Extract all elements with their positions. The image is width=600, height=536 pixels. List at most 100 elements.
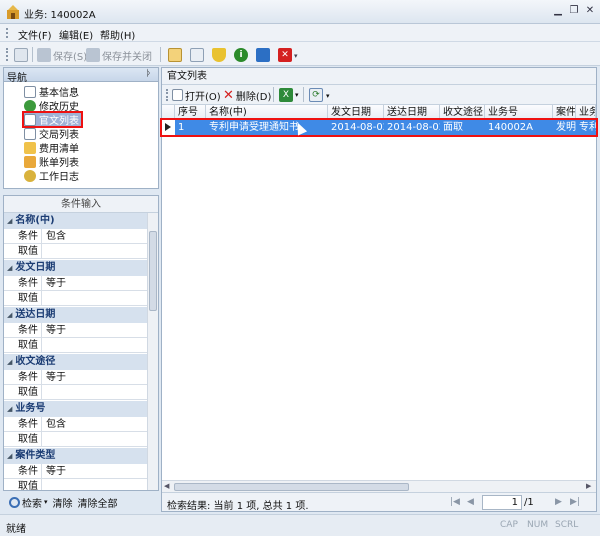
row-header-corner [162,105,175,120]
search-button[interactable]: 检索 ▾ [9,495,48,510]
clear-button[interactable]: 清除 [53,495,73,510]
cond-value: 包含 [46,419,66,430]
search-label: 检索 [22,498,42,510]
value-row[interactable]: 取值 [4,432,147,447]
col-header-deliver-date[interactable]: 送达日期 [384,105,440,120]
col-header-seq[interactable]: 序号 [175,105,206,120]
value-label: 取值 [18,338,42,353]
nav-item-worklog[interactable]: 工作日志 [24,169,79,183]
menu-help[interactable]: 帮助(H) [100,27,135,42]
value-row[interactable]: 取值 [4,291,147,306]
cond-row[interactable]: 条件 等于 [4,323,147,338]
attach-button[interactable] [168,47,182,63]
pin-icon[interactable]: ᚦ [146,69,151,79]
collapse-icon: ◢ [7,452,13,460]
scrl-indicator: SCRL [555,520,579,530]
info-button[interactable]: i [234,47,248,63]
nav-item-basic-info[interactable]: 基本信息 [24,85,79,99]
nav-item-submissions[interactable]: 交局列表 [24,127,79,141]
value-label: 取值 [18,291,42,306]
clear-all-button[interactable]: 清除全部 [78,495,118,510]
first-page-icon[interactable]: |◀ [450,497,460,507]
menubar: 文件(F) 编辑(E) 帮助(H) [0,24,600,42]
cond-group-name[interactable]: ◢ 名称(中) [4,213,147,229]
col-header-business-no[interactable]: 业务号 [485,105,553,120]
cond-row[interactable]: 条件 包含 [4,229,147,244]
nav-panel: 导航 ᚦ 基本信息 修改历史 官文列表 交局列表 费用清单 账单列表 工作日志 [3,67,159,189]
nav-title: 导航 [7,73,27,84]
num-indicator: NUM [527,520,549,530]
book-button[interactable] [256,47,270,63]
cond-group-receive-method[interactable]: ◢ 收文途径 [4,354,147,370]
toolbar-overflow-icon[interactable]: ▾ [294,52,298,60]
col-header-case[interactable]: 案件 [553,105,576,120]
menu-file[interactable]: 文件(F) [18,27,52,42]
minimize-icon[interactable]: ▁ [551,5,565,17]
book-icon [256,48,270,62]
col-header-send-date[interactable]: 发文日期 [328,105,384,120]
col-header-name[interactable]: 名称(中) [206,105,328,120]
dropdown-icon[interactable]: ▾ [295,91,299,99]
cond-value: 包含 [46,231,66,242]
scroll-thumb[interactable] [149,231,157,311]
cell-send-date: 2014-08-02 [331,122,384,133]
cond-label: 条件 [18,276,42,291]
table-row[interactable]: 1 专利申请受理通知书 2014-08-02 2014-08-02 面取 140… [160,118,598,137]
open-button[interactable]: 打开(O) [172,88,221,103]
dropdown-icon[interactable]: ▾ [44,498,48,506]
cell-case: 发明 [556,122,576,133]
page-input[interactable]: 1 [482,495,522,510]
nav-item-bills[interactable]: 账单列表 [24,155,79,169]
nav-item-official-docs[interactable]: 官文列表 [22,111,83,128]
cond-row[interactable]: 条件 包含 [4,417,147,432]
scroll-thumb[interactable] [174,483,409,491]
cond-row[interactable]: 条件 等于 [4,464,147,479]
nav-item-fees[interactable]: 费用清单 [24,141,79,155]
cell-receive-method: 面取 [443,122,463,133]
prev-page-icon[interactable]: ◀ [467,497,474,507]
cond-label: 条件 [18,229,42,244]
nav-item-label: 交局列表 [39,130,79,141]
cell-name: 专利申请受理通知书 [209,122,299,133]
cond-group-send-date[interactable]: ◢ 发文日期 [4,260,147,276]
nav-item-label: 基本信息 [39,88,79,99]
cond-row[interactable]: 条件 等于 [4,370,147,385]
shield-button[interactable] [212,47,226,63]
delete-button[interactable]: ✕ 删除(D) [223,87,271,103]
scroll-left-icon[interactable]: ◀ [164,482,169,490]
cond-group-case-type[interactable]: ◢ 案件类型 [4,448,147,464]
save-close-button[interactable]: 保存并关闭 [86,47,152,63]
save-button[interactable]: 保存(S) [37,47,87,63]
new-button[interactable] [14,47,28,63]
toolbar-overflow-icon[interactable]: ▾ [326,92,330,100]
next-page-icon[interactable]: ▶ [555,497,562,507]
delete-icon: ✕ [223,87,234,103]
restore-icon[interactable]: ❐ [567,5,581,17]
nav-item-history[interactable]: 修改历史 [24,99,79,113]
cond-group-business-no[interactable]: ◢ 业务号 [4,401,147,417]
condition-scrollbar[interactable] [147,213,158,490]
refresh-button[interactable]: ⟳ [309,88,323,102]
grip-icon [6,28,8,38]
horizontal-scrollbar[interactable]: ◀ ▶ [162,480,596,492]
list-title: 官文列表 [162,68,596,85]
value-row[interactable]: 取值 [4,479,147,490]
value-row[interactable]: 取值 [4,338,147,353]
coins-icon [24,141,36,154]
value-row[interactable]: 取值 [4,385,147,400]
cond-group-deliver-date[interactable]: ◢ 送达日期 [4,307,147,323]
copy-button[interactable] [190,47,204,63]
col-header-receive-method[interactable]: 收文途径 [440,105,485,120]
value-row[interactable]: 取值 [4,244,147,259]
last-page-icon[interactable]: ▶| [570,497,580,507]
page-icon [24,85,36,98]
export-excel-button[interactable]: X ▾ [279,88,299,102]
grip-icon [166,89,168,101]
col-header-business[interactable]: 业务 [576,105,596,120]
cond-row[interactable]: 条件 等于 [4,276,147,291]
clock-icon [24,169,36,182]
menu-edit[interactable]: 编辑(E) [59,27,93,42]
close-doc-button[interactable]: ✕ [278,47,292,63]
close-icon[interactable]: ✕ [583,5,597,17]
scroll-right-icon[interactable]: ▶ [586,482,591,490]
